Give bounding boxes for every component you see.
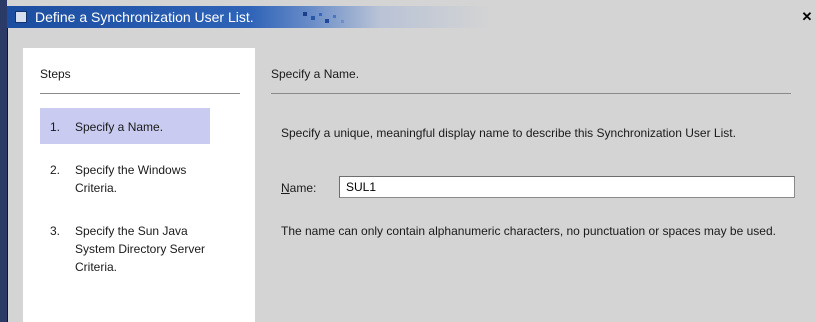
step-label: Specify a Name. (75, 120, 164, 134)
window-title: Define a Synchronization User List. (35, 9, 254, 25)
step-item-2[interactable]: 2. Specify the Windows Criteria. (40, 151, 210, 199)
step-number: 1. (50, 120, 61, 134)
step-number: 2. (50, 163, 61, 177)
step-label: Specify the Sun Java System Directory Se… (75, 224, 206, 274)
main-panel: Specify a Name. Specify a unique, meanin… (255, 48, 816, 322)
window-icon (15, 11, 27, 23)
steps-panel: Steps 1. Specify a Name. 2. Specify the … (23, 48, 255, 322)
title-bar[interactable]: Define a Synchronization User List. ✕ (7, 6, 816, 28)
step-item-1[interactable]: 1. Specify a Name. (40, 108, 210, 144)
step-number: 3. (50, 224, 61, 238)
close-icon[interactable]: ✕ (800, 10, 814, 24)
name-label-mnemonic: N (281, 181, 290, 195)
name-input[interactable] (339, 176, 795, 198)
page-title: Specify a Name. (271, 67, 360, 81)
description-text: Specify a unique, meaningful display nam… (281, 126, 736, 140)
steps-divider (40, 93, 240, 94)
name-rules-hint: The name can only contain alphanumeric c… (281, 224, 776, 238)
wizard-window: Define a Synchronization User List. ✕ St… (0, 0, 816, 322)
title-bar-decoration (303, 12, 344, 23)
title-divider (271, 93, 791, 94)
name-field-label: Name: (281, 180, 316, 196)
window-left-edge (0, 0, 8, 322)
step-item-3[interactable]: 3. Specify the Sun Java System Directory… (40, 212, 210, 298)
name-label-text: ame: (289, 181, 317, 195)
steps-heading: Steps (40, 67, 71, 81)
step-label: Specify the Windows Criteria. (75, 163, 187, 195)
